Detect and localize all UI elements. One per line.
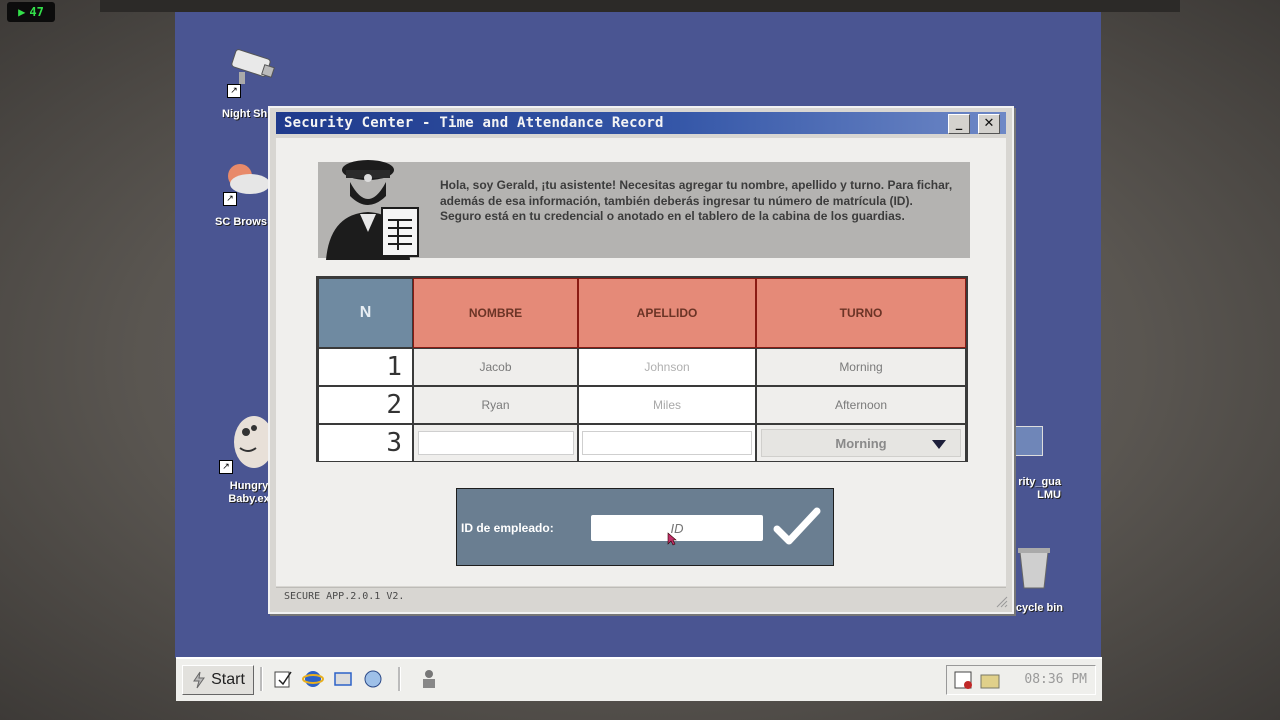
assistant-message: Hola, soy Gerald, ¡tu asistente! Necesit… bbox=[440, 178, 953, 223]
turno-select[interactable]: Morning bbox=[761, 429, 961, 457]
table-row: 2 Ryan Miles Afternoon bbox=[318, 386, 966, 424]
security-guard-avatar-icon bbox=[326, 160, 419, 260]
window-title: Security Center - Time and Attendance Re… bbox=[284, 115, 664, 131]
resize-grip-icon[interactable] bbox=[994, 594, 1008, 608]
header-apellido: APELLIDO bbox=[578, 278, 756, 348]
minimize-button[interactable]: _ bbox=[948, 114, 970, 134]
system-tray: 08:36 PM bbox=[946, 665, 1096, 695]
monitor-top-edge bbox=[100, 0, 1180, 12]
turno-selected-value: Morning bbox=[835, 435, 887, 451]
table-row: 1 Jacob Johnson Morning bbox=[318, 348, 966, 386]
app-version: SECURE APP.2.0.1 V2. bbox=[284, 591, 405, 602]
taskbar-separator bbox=[260, 667, 263, 691]
row-apellido: Johnson bbox=[578, 348, 756, 386]
row-nombre: Ryan bbox=[413, 386, 578, 424]
row-nombre: Jacob bbox=[413, 348, 578, 386]
mouse-cursor-icon bbox=[667, 532, 677, 546]
recycle-bin-icon bbox=[1018, 548, 1050, 589]
row-number: 3 bbox=[318, 424, 413, 462]
time-attendance-window: Security Center - Time and Attendance Re… bbox=[268, 106, 1014, 614]
nombre-input[interactable] bbox=[417, 431, 574, 455]
clock: 08:36 PM bbox=[1024, 672, 1087, 687]
taskbar: Start 08:36 PM bbox=[176, 657, 1102, 701]
header-turno: TURNO bbox=[756, 278, 966, 348]
browser-icon[interactable] bbox=[302, 668, 324, 690]
chevron-down-icon bbox=[932, 440, 946, 449]
table-header-row: N NOMBRE APELLIDO TURNO bbox=[318, 278, 966, 348]
header-number: N bbox=[318, 278, 413, 348]
status-bar: SECURE APP.2.0.1 V2. bbox=[276, 587, 1006, 606]
file-icon bbox=[1013, 426, 1043, 456]
row-apellido: Miles bbox=[578, 386, 756, 424]
submit-check-button[interactable] bbox=[773, 507, 821, 547]
header-nombre: NOMBRE bbox=[413, 278, 578, 348]
notepad-icon[interactable] bbox=[272, 668, 294, 690]
start-logo-icon bbox=[193, 671, 206, 689]
fps-value: 47 bbox=[29, 5, 44, 19]
row-turno: Afternoon bbox=[756, 386, 966, 424]
attendance-table: N NOMBRE APELLIDO TURNO 1 Jacob Johnson … bbox=[316, 276, 968, 462]
calendar-icon[interactable] bbox=[953, 669, 975, 691]
table-row-new: 3 Morning bbox=[318, 424, 966, 462]
turno-cell: Morning bbox=[756, 424, 966, 462]
shortcut-arrow-icon: ↗ bbox=[223, 192, 237, 206]
apellido-input[interactable] bbox=[582, 431, 752, 455]
close-button[interactable]: ✕ bbox=[978, 114, 1000, 134]
assistant-banner: Hola, soy Gerald, ¡tu asistente! Necesit… bbox=[318, 160, 970, 260]
start-label: Start bbox=[211, 671, 245, 688]
folder-icon[interactable] bbox=[979, 669, 1001, 691]
row-number: 1 bbox=[318, 348, 413, 386]
apellido-cell bbox=[578, 424, 756, 462]
employee-id-panel: ID de empleado: bbox=[456, 488, 834, 566]
employee-id-input[interactable] bbox=[591, 515, 763, 541]
shortcut-arrow-icon: ↗ bbox=[227, 84, 241, 98]
network-icon[interactable] bbox=[332, 668, 354, 690]
nombre-cell bbox=[413, 424, 578, 462]
help-icon[interactable] bbox=[362, 668, 384, 690]
employee-id-label: ID de empleado: bbox=[461, 521, 554, 535]
row-number: 2 bbox=[318, 386, 413, 424]
fps-icon: ▶ bbox=[18, 5, 26, 19]
row-turno: Morning bbox=[756, 348, 966, 386]
fps-counter: ▶ 47 bbox=[7, 2, 55, 22]
taskbar-separator bbox=[398, 667, 401, 691]
shortcut-arrow-icon: ↗ bbox=[219, 460, 233, 474]
window-content: Hola, soy Gerald, ¡tu asistente! Necesit… bbox=[276, 138, 1006, 586]
start-button[interactable]: Start bbox=[182, 665, 254, 695]
guard-app-icon[interactable] bbox=[418, 668, 440, 690]
window-titlebar[interactable]: Security Center - Time and Attendance Re… bbox=[276, 112, 1006, 134]
